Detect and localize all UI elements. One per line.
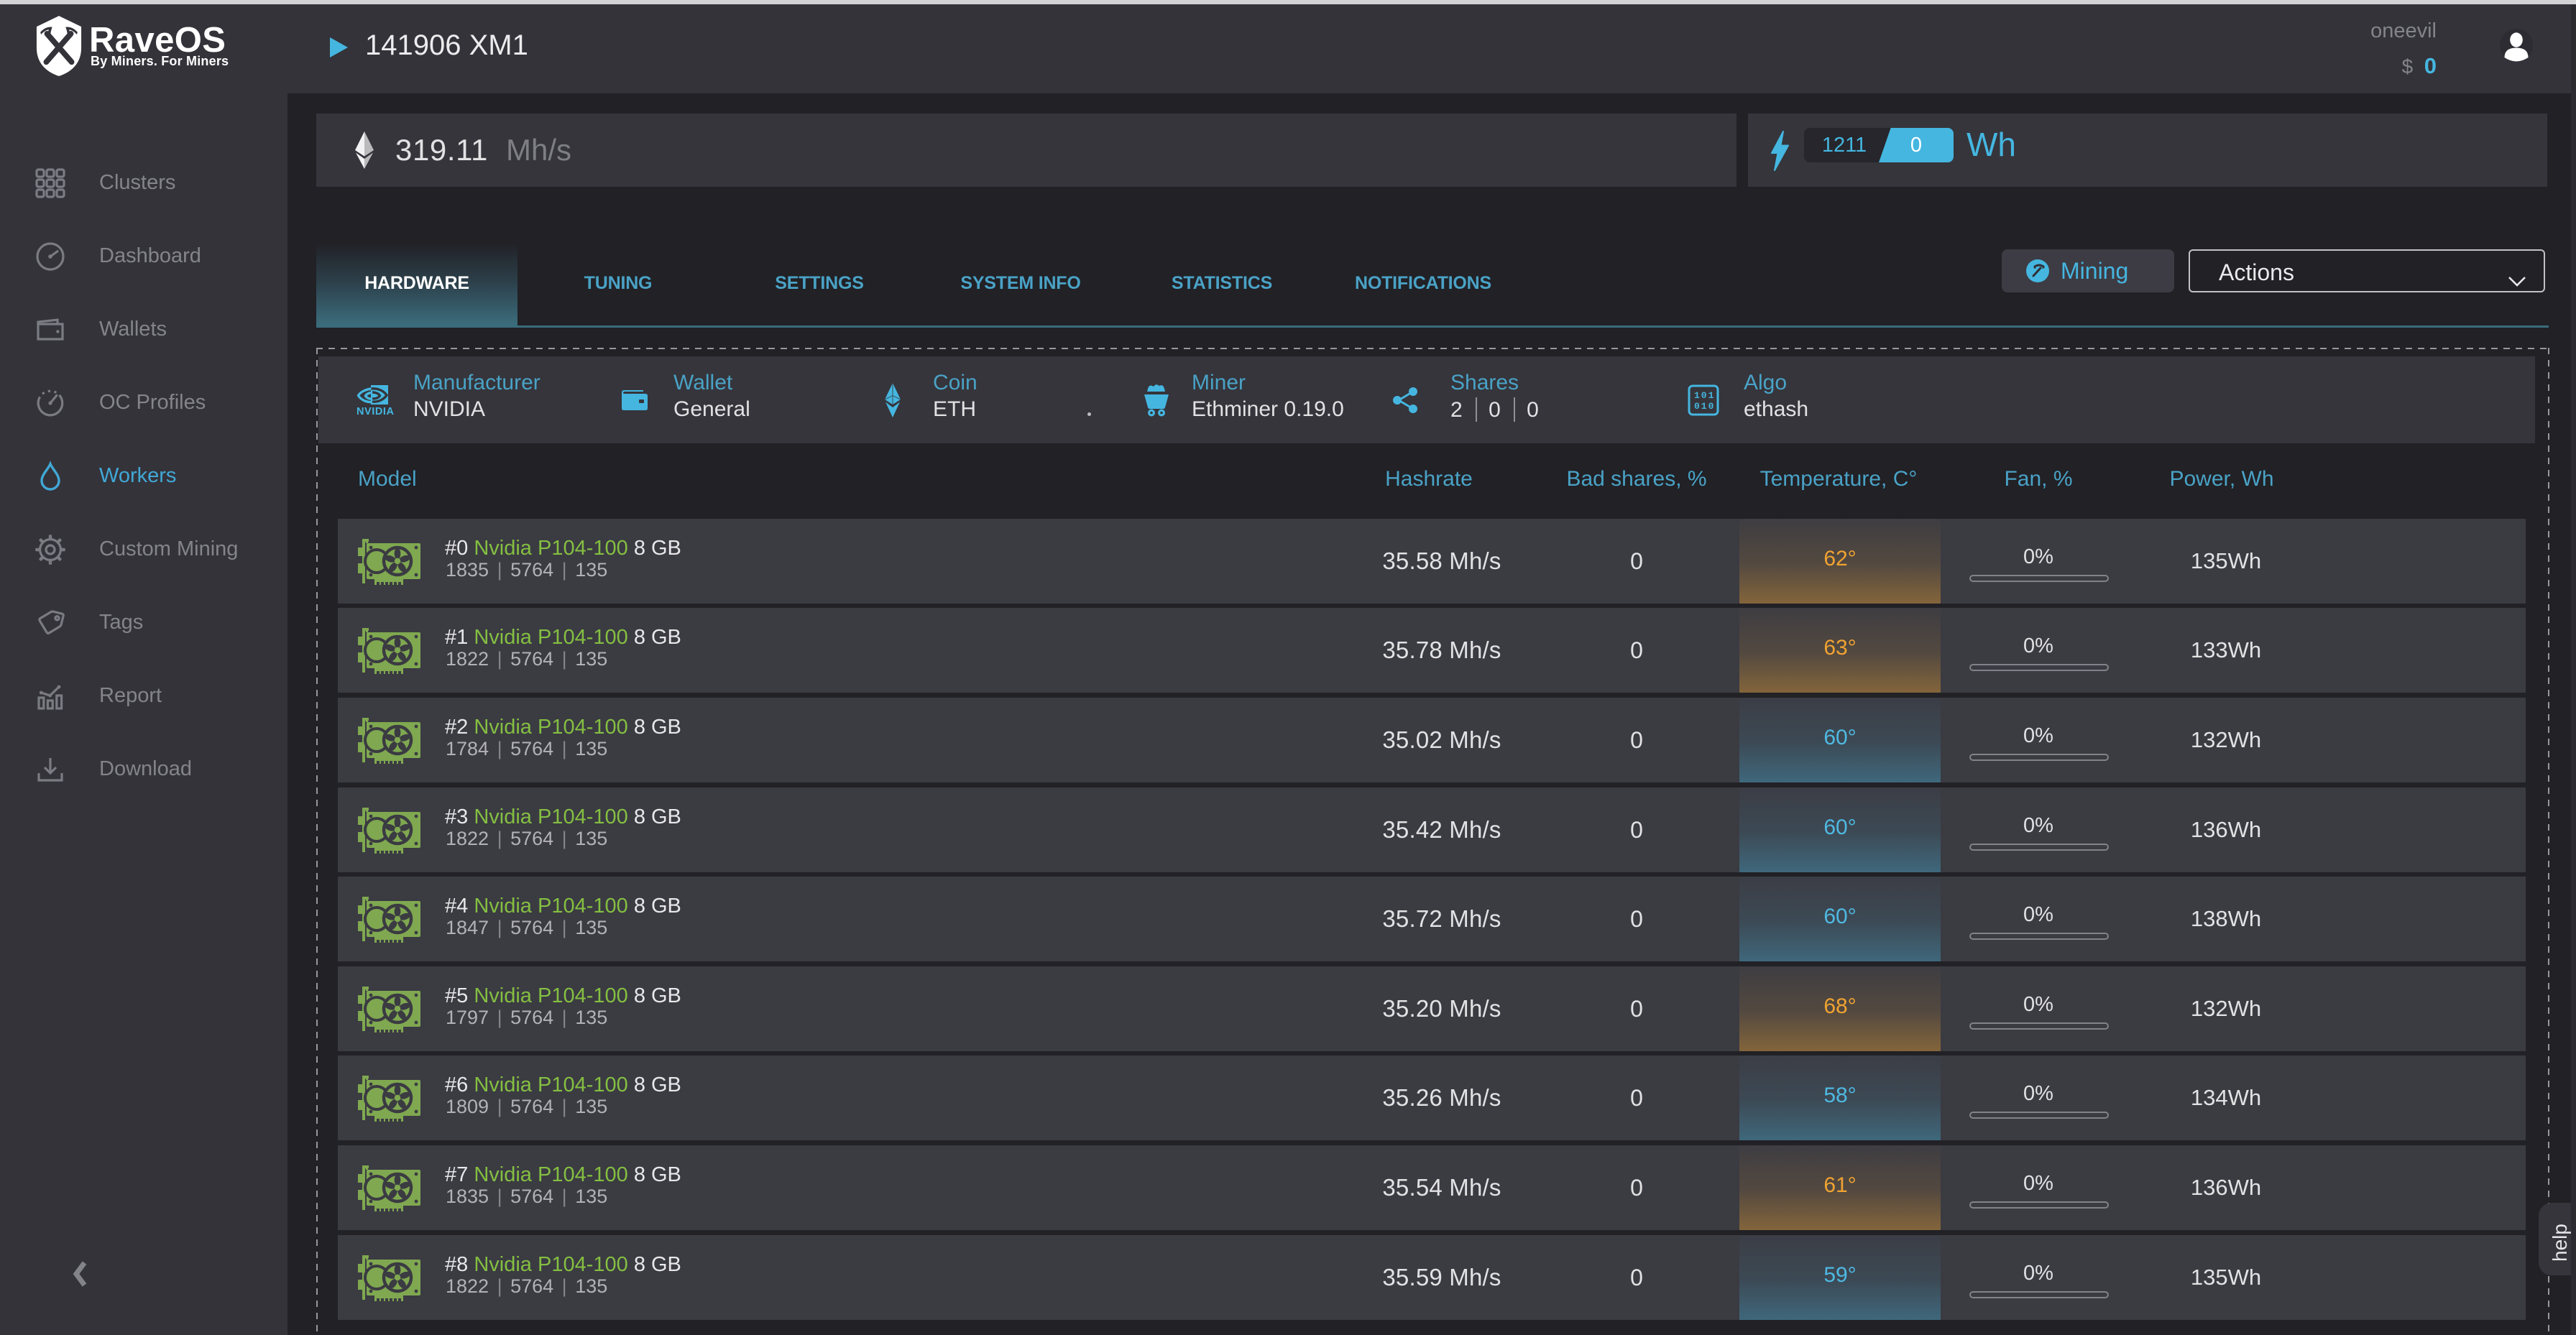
svg-text:010: 010 [1694,401,1715,412]
svg-text:101: 101 [1694,390,1715,401]
svg-text:NVIDIA: NVIDIA [356,406,394,416]
